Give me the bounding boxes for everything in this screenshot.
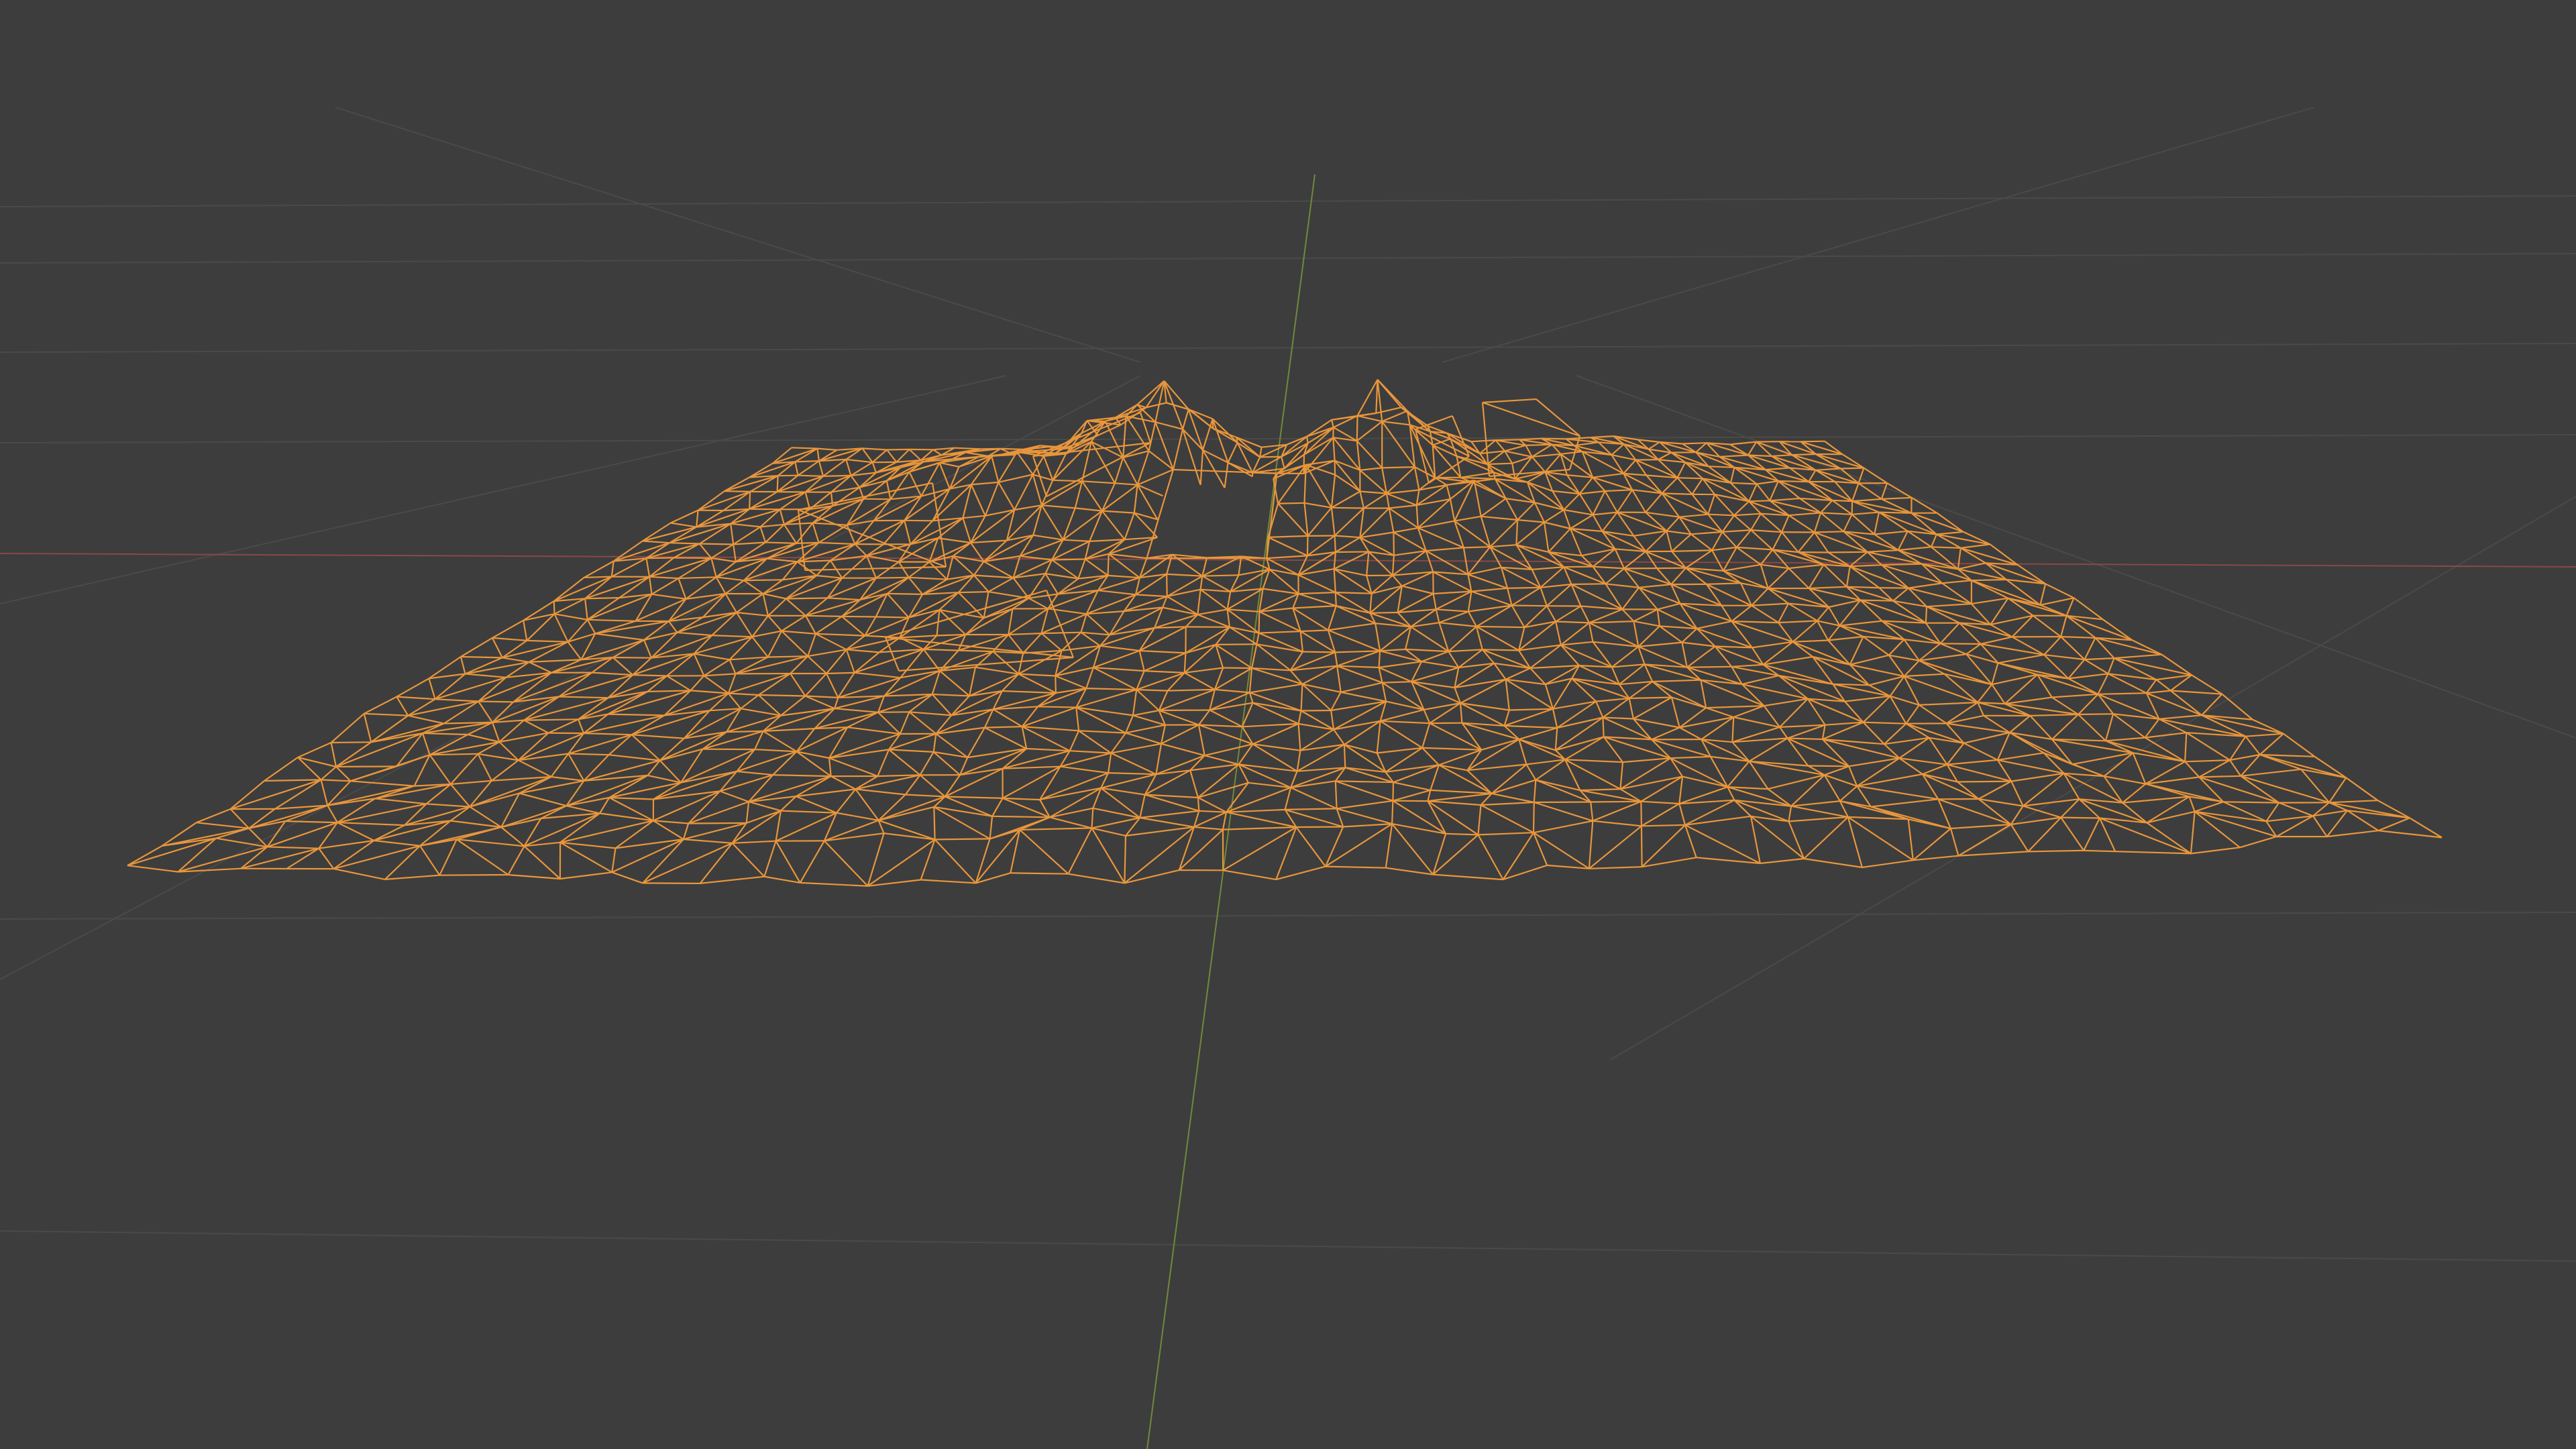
viewport-canvas[interactable] — [0, 0, 2576, 1449]
3d-viewport[interactable] — [0, 0, 2576, 1449]
